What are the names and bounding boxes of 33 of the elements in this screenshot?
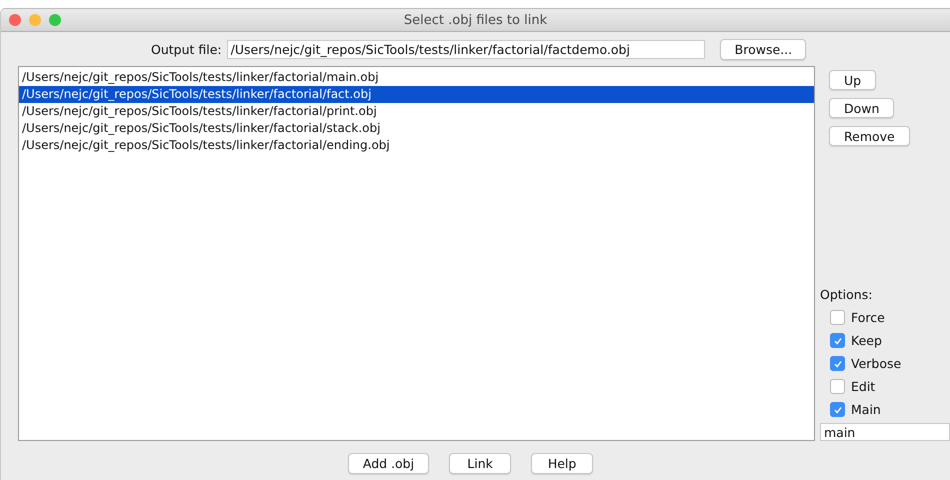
checkbox-label: Edit [851, 379, 876, 394]
main-field[interactable]: main [820, 423, 950, 441]
checkmark-icon [832, 336, 842, 346]
checkbox-label: Main [851, 402, 881, 417]
checkmark-icon [832, 358, 842, 368]
checkbox[interactable] [830, 333, 845, 348]
side-button[interactable]: Down [829, 98, 894, 118]
action-button[interactable]: Help [531, 452, 594, 474]
file-list-item[interactable]: /Users/nejc/git_repos/SicTools/tests/linker/factorial/stack.obj [19, 120, 814, 137]
browse-button[interactable]: Browse... [720, 38, 806, 60]
checkbox[interactable] [830, 356, 845, 371]
checkbox-label: Keep [851, 333, 882, 348]
action-button[interactable]: Add .obj [348, 452, 430, 474]
options-label: Options: [820, 287, 872, 302]
checkbox-label: Verbose [851, 356, 902, 371]
output-file-label: Output file: [151, 42, 222, 56]
file-list-item[interactable]: /Users/nejc/git_repos/SicTools/tests/linker/factorial/ending.obj [19, 137, 814, 154]
checkbox[interactable] [830, 379, 845, 394]
checkbox[interactable] [830, 402, 845, 417]
zoom-icon[interactable] [49, 14, 61, 26]
close-icon[interactable] [9, 14, 21, 26]
checkmark-icon [832, 404, 842, 414]
file-list-item[interactable]: /Users/nejc/git_repos/SicTools/tests/linker/factorial/fact.obj [19, 86, 814, 103]
checkbox-label: Force [851, 310, 885, 325]
file-list-item[interactable]: /Users/nejc/git_repos/SicTools/tests/linker/factorial/main.obj [19, 69, 814, 86]
output-file-field[interactable]: /Users/nejc/git_repos/SicTools/tests/linker/factorial/factdemo.obj [226, 40, 705, 58]
window-title: Select .obj files to link [404, 12, 548, 28]
action-button[interactable]: Link [449, 452, 512, 474]
side-button[interactable]: Up [829, 70, 876, 90]
checkbox[interactable] [830, 310, 845, 325]
minimize-icon[interactable] [29, 14, 41, 26]
side-button[interactable]: Remove [829, 126, 910, 146]
file-list-item[interactable]: /Users/nejc/git_repos/SicTools/tests/linker/factorial/print.obj [19, 103, 814, 120]
